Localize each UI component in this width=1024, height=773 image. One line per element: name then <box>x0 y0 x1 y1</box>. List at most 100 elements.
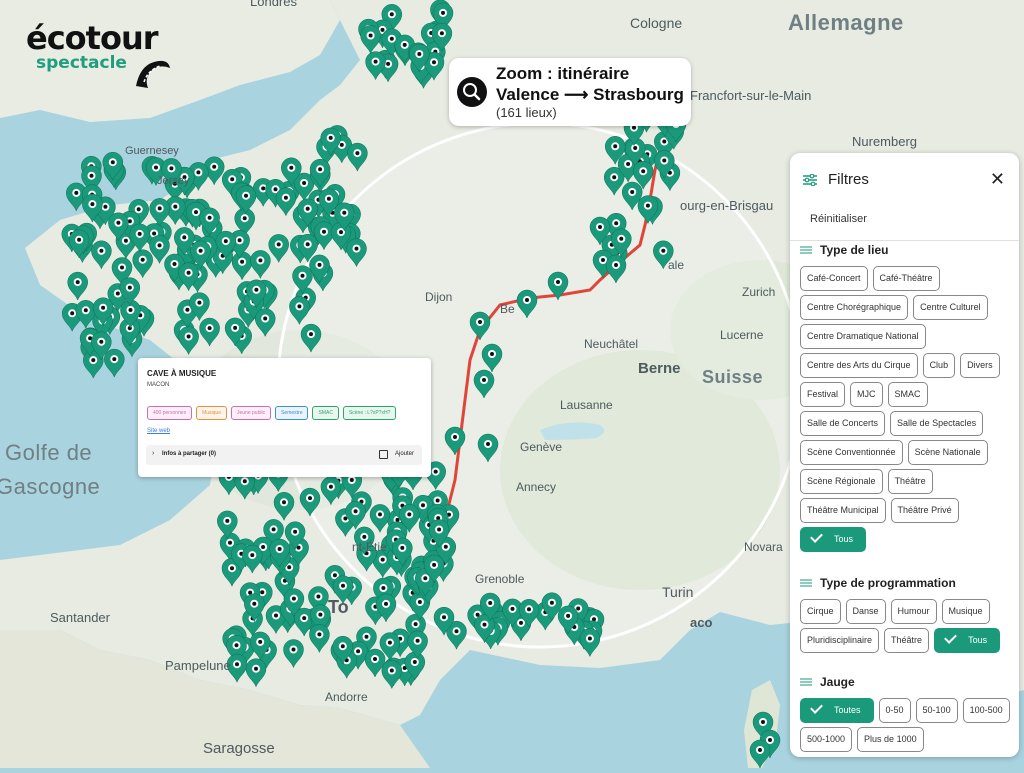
filter-chip[interactable]: Théâtre <box>887 469 933 494</box>
add-button[interactable]: Ajouter <box>395 451 414 457</box>
pin-center <box>626 162 631 166</box>
pin-center <box>305 206 310 211</box>
pin-center <box>250 553 255 558</box>
map-label-golfe-1: Golfe de <box>5 440 93 465</box>
filter-chip-all[interactable]: Tous <box>934 628 1001 653</box>
filter-chip[interactable]: Danse <box>845 599 886 624</box>
filter-chip[interactable]: Théâtre Municipal <box>800 498 886 523</box>
pin-center <box>252 601 257 606</box>
pin-center <box>488 601 493 605</box>
filter-chip[interactable]: Club <box>922 353 956 378</box>
filter-chip[interactable]: Pluridisciplinaire <box>800 628 880 653</box>
website-link[interactable]: Site web <box>147 428 170 434</box>
venue-popup: CAVE À MUSIQUE MACON 400 personnes Musiqu… <box>138 358 431 477</box>
filter-chip[interactable]: Café-Théâtre <box>872 266 940 291</box>
chip-label: Café-Théâtre <box>879 273 933 283</box>
filter-chip[interactable]: Plus de 1000 <box>857 727 924 752</box>
search-icon <box>457 77 487 107</box>
pin-center <box>89 173 94 178</box>
filter-chip[interactable]: Salle de Concerts <box>800 411 886 436</box>
chip-label: Théâtre <box>891 635 923 645</box>
filter-chip[interactable]: Humour <box>890 599 937 624</box>
pin-center <box>230 566 234 571</box>
pin-center <box>407 512 412 517</box>
pin-center <box>261 186 266 191</box>
pin-center <box>300 273 305 278</box>
filter-chip[interactable]: Centre Culturel <box>913 295 988 320</box>
pin-center <box>128 308 133 312</box>
filter-chip[interactable]: MJC <box>850 382 883 407</box>
filter-chip-all[interactable]: Toutes <box>800 698 874 723</box>
venue-tag: Jeune public <box>231 406 272 420</box>
pin-center <box>228 540 232 545</box>
chip-label: Toutes <box>834 705 861 715</box>
filter-chip[interactable]: Scène Nationale <box>907 440 988 465</box>
filter-chip[interactable]: 100-500 <box>962 698 1010 723</box>
pin-center <box>413 622 418 627</box>
close-icon[interactable]: ✕ <box>990 169 1005 190</box>
filter-chip[interactable]: Théâtre <box>884 628 930 653</box>
pin-center <box>549 600 554 605</box>
info-row[interactable]: › Infos à partager (0) Ajouter <box>146 445 422 465</box>
zoom-title: Zoom : itinéraire <box>496 64 630 83</box>
section-type-de-lieu: Type de lieu Café-Concert Café-Théâtre Cen… <box>800 243 1012 552</box>
chip-label: Théâtre <box>894 476 926 486</box>
filter-chip[interactable]: SMAC <box>887 382 928 407</box>
pin-center <box>598 225 602 229</box>
filter-chip[interactable]: 500-1000 <box>800 727 853 752</box>
filter-chip[interactable]: Centre des Arts du Cirque <box>800 353 918 378</box>
filter-chip[interactable]: Musique <box>941 599 990 624</box>
pin-center <box>316 594 321 599</box>
pin-center <box>120 265 124 270</box>
map-label-toulouse: To <box>328 597 349 617</box>
reset-button[interactable]: Réinitialiser <box>810 213 867 225</box>
filter-chip[interactable]: Salle de Spectacles <box>890 411 984 436</box>
pin-center <box>172 262 177 266</box>
filter-chip[interactable]: 50-100 <box>915 698 958 723</box>
pin-center <box>291 596 296 601</box>
filter-chip[interactable]: Centre Chorégraphique <box>800 295 909 320</box>
filter-chip[interactable]: Scène Régionale <box>800 469 883 494</box>
pin-center <box>291 647 296 652</box>
pin-center <box>454 629 459 634</box>
filter-chip-all[interactable]: Tous <box>800 527 867 552</box>
filter-chip[interactable]: Cirque <box>800 599 841 624</box>
chip-group-type-de-programmation: Cirque Danse Humour Musique Pluridisciplinai… <box>800 599 1012 653</box>
chip-label: Tous <box>834 534 854 544</box>
pin-center <box>157 206 162 211</box>
pin-center <box>566 613 571 618</box>
pin-center <box>402 42 407 47</box>
filter-chip[interactable]: 0-50 <box>878 698 911 723</box>
pin-center <box>421 503 425 508</box>
filter-chip[interactable]: Scène Conventionnée <box>800 440 903 465</box>
pin-center <box>645 203 650 208</box>
pin-center <box>74 190 79 195</box>
pin-center <box>443 544 448 549</box>
map-label-londres: Londres <box>250 0 297 9</box>
filter-chip[interactable]: Divers <box>960 353 1000 378</box>
info-row-label[interactable]: Infos à partager (0) <box>162 451 216 457</box>
filter-chip[interactable]: Centre Dramatique National <box>800 324 926 349</box>
pin-center <box>662 139 667 144</box>
filter-chip[interactable]: Théâtre Privé <box>890 498 959 523</box>
filter-chip[interactable]: Café-Concert <box>800 266 868 291</box>
section-title: Jauge <box>820 675 855 689</box>
venue-tag: Musique <box>196 406 227 420</box>
pin-center <box>453 435 457 439</box>
chip-label: Scène Nationale <box>914 447 981 457</box>
pin-center <box>254 666 258 671</box>
pin-center <box>317 632 322 637</box>
pin-center <box>415 638 420 643</box>
pin-center <box>302 616 307 621</box>
chip-group-jauge: Toutes 0-50 50-100 100-500 500-1000 Plus de 1… <box>800 698 1012 752</box>
add-icon[interactable] <box>379 450 388 459</box>
pin-center <box>186 270 191 275</box>
map-label-bale: ale <box>668 258 685 272</box>
pin-center <box>368 33 373 38</box>
filter-chip[interactable]: Festival <box>800 382 846 407</box>
pin-center <box>318 612 323 617</box>
chip-label: Centre Dramatique National <box>807 331 919 341</box>
map-label-jersey: Jersey <box>157 175 190 187</box>
pin-center <box>185 307 190 312</box>
pin-center <box>223 239 228 244</box>
